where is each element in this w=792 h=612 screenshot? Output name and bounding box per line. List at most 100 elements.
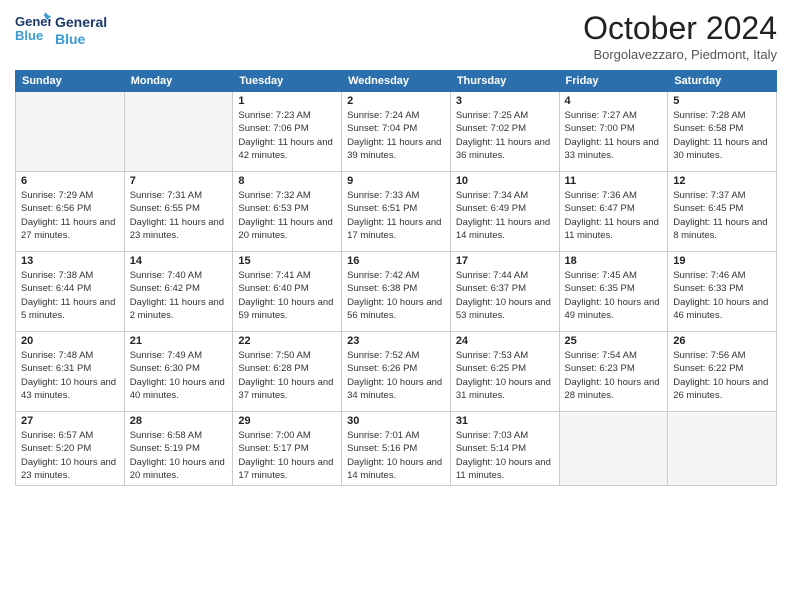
day-info: Sunrise: 7:01 AM Sunset: 5:16 PM Dayligh… <box>347 429 445 482</box>
day-info: Sunrise: 7:49 AM Sunset: 6:30 PM Dayligh… <box>130 349 228 402</box>
day-info: Sunrise: 7:40 AM Sunset: 6:42 PM Dayligh… <box>130 269 228 322</box>
logo-general: General <box>55 14 107 31</box>
day-number: 15 <box>238 255 336 267</box>
calendar-cell: 28Sunrise: 6:58 AM Sunset: 5:19 PM Dayli… <box>124 412 233 486</box>
day-number: 12 <box>673 175 771 187</box>
calendar-week-4: 20Sunrise: 7:48 AM Sunset: 6:31 PM Dayli… <box>16 332 777 412</box>
calendar-cell: 20Sunrise: 7:48 AM Sunset: 6:31 PM Dayli… <box>16 332 125 412</box>
calendar-cell: 8 Sunrise: 7:32 AM Sunset: 6:53 PM Daylig… <box>233 172 342 252</box>
day-number: 31 <box>456 415 554 427</box>
day-of-week-monday: Monday <box>124 71 233 92</box>
calendar-table: SundayMondayTuesdayWednesdayThursdayFrid… <box>15 70 777 486</box>
calendar-cell: 10 Sunrise: 7:34 AM Sunset: 6:49 PM Dayli… <box>450 172 559 252</box>
day-number: 24 <box>456 335 554 347</box>
calendar-cell: 15Sunrise: 7:41 AM Sunset: 6:40 PM Dayli… <box>233 252 342 332</box>
day-number: 4 <box>565 95 663 107</box>
day-info: Sunrise: 6:58 AM Sunset: 5:19 PM Dayligh… <box>130 429 228 482</box>
day-of-week-saturday: Saturday <box>668 71 777 92</box>
day-number: 16 <box>347 255 445 267</box>
day-of-week-thursday: Thursday <box>450 71 559 92</box>
day-number: 6 <box>21 175 119 187</box>
day-info: Sunrise: 7:27 AM Sunset: 7:00 PM Dayligh… <box>565 109 663 162</box>
day-number: 30 <box>347 415 445 427</box>
day-info: Sunrise: 7:29 AM Sunset: 6:56 PM Dayligh… <box>21 189 119 242</box>
calendar-cell: 6 Sunrise: 7:29 AM Sunset: 6:56 PM Daylig… <box>16 172 125 252</box>
day-number: 17 <box>456 255 554 267</box>
day-number: 10 <box>456 175 554 187</box>
day-info: Sunrise: 7:53 AM Sunset: 6:25 PM Dayligh… <box>456 349 554 402</box>
header: General Blue General Blue October 2024 B… <box>15 10 777 62</box>
day-number: 2 <box>347 95 445 107</box>
day-info: Sunrise: 7:33 AM Sunset: 6:51 PM Dayligh… <box>347 189 445 242</box>
calendar-cell: 1Sunrise: 7:23 AM Sunset: 7:06 PM Daylig… <box>233 92 342 172</box>
day-info: Sunrise: 7:48 AM Sunset: 6:31 PM Dayligh… <box>21 349 119 402</box>
calendar-cell <box>668 412 777 486</box>
day-info: Sunrise: 7:28 AM Sunset: 6:58 PM Dayligh… <box>673 109 771 162</box>
logo-icon: General Blue <box>15 10 51 46</box>
day-number: 27 <box>21 415 119 427</box>
calendar-week-3: 13 Sunrise: 7:38 AM Sunset: 6:44 PM Dayli… <box>16 252 777 332</box>
day-info: Sunrise: 7:03 AM Sunset: 5:14 PM Dayligh… <box>456 429 554 482</box>
calendar-cell: 11 Sunrise: 7:36 AM Sunset: 6:47 PM Dayli… <box>559 172 668 252</box>
calendar-cell: 23 Sunrise: 7:52 AM Sunset: 6:26 PM Dayli… <box>342 332 451 412</box>
calendar-cell: 13 Sunrise: 7:38 AM Sunset: 6:44 PM Dayli… <box>16 252 125 332</box>
day-of-week-tuesday: Tuesday <box>233 71 342 92</box>
day-info: Sunrise: 7:54 AM Sunset: 6:23 PM Dayligh… <box>565 349 663 402</box>
calendar-header-row: SundayMondayTuesdayWednesdayThursdayFrid… <box>16 71 777 92</box>
calendar-cell: 4 Sunrise: 7:27 AM Sunset: 7:00 PM Daylig… <box>559 92 668 172</box>
calendar-week-1: 1Sunrise: 7:23 AM Sunset: 7:06 PM Daylig… <box>16 92 777 172</box>
calendar-cell: 7 Sunrise: 7:31 AM Sunset: 6:55 PM Daylig… <box>124 172 233 252</box>
calendar-week-5: 27 Sunrise: 6:57 AM Sunset: 5:20 PM Dayli… <box>16 412 777 486</box>
calendar-cell: 26Sunrise: 7:56 AM Sunset: 6:22 PM Dayli… <box>668 332 777 412</box>
location: Borgolavezzaro, Piedmont, Italy <box>583 47 777 62</box>
day-of-week-friday: Friday <box>559 71 668 92</box>
day-info: Sunrise: 7:34 AM Sunset: 6:49 PM Dayligh… <box>456 189 554 242</box>
calendar-body: 1Sunrise: 7:23 AM Sunset: 7:06 PM Daylig… <box>16 92 777 486</box>
day-info: Sunrise: 7:38 AM Sunset: 6:44 PM Dayligh… <box>21 269 119 322</box>
calendar-cell: 31 Sunrise: 7:03 AM Sunset: 5:14 PM Dayli… <box>450 412 559 486</box>
day-number: 26 <box>673 335 771 347</box>
day-number: 7 <box>130 175 228 187</box>
day-number: 9 <box>347 175 445 187</box>
calendar-cell: 27 Sunrise: 6:57 AM Sunset: 5:20 PM Dayli… <box>16 412 125 486</box>
logo-blue: Blue <box>55 31 107 48</box>
day-of-week-sunday: Sunday <box>16 71 125 92</box>
calendar-cell: 22Sunrise: 7:50 AM Sunset: 6:28 PM Dayli… <box>233 332 342 412</box>
calendar-cell: 3 Sunrise: 7:25 AM Sunset: 7:02 PM Daylig… <box>450 92 559 172</box>
day-number: 14 <box>130 255 228 267</box>
calendar-cell <box>16 92 125 172</box>
calendar-cell: 19Sunrise: 7:46 AM Sunset: 6:33 PM Dayli… <box>668 252 777 332</box>
calendar-cell: 12 Sunrise: 7:37 AM Sunset: 6:45 PM Dayli… <box>668 172 777 252</box>
day-info: Sunrise: 7:37 AM Sunset: 6:45 PM Dayligh… <box>673 189 771 242</box>
day-number: 11 <box>565 175 663 187</box>
calendar-cell: 14 Sunrise: 7:40 AM Sunset: 6:42 PM Dayli… <box>124 252 233 332</box>
calendar-cell: 30 Sunrise: 7:01 AM Sunset: 5:16 PM Dayli… <box>342 412 451 486</box>
day-info: Sunrise: 7:42 AM Sunset: 6:38 PM Dayligh… <box>347 269 445 322</box>
day-number: 21 <box>130 335 228 347</box>
day-number: 8 <box>238 175 336 187</box>
calendar-cell: 29Sunrise: 7:00 AM Sunset: 5:17 PM Dayli… <box>233 412 342 486</box>
calendar-cell: 5 Sunrise: 7:28 AM Sunset: 6:58 PM Daylig… <box>668 92 777 172</box>
calendar-cell <box>559 412 668 486</box>
svg-text:Blue: Blue <box>15 28 43 43</box>
day-number: 13 <box>21 255 119 267</box>
calendar-cell: 9 Sunrise: 7:33 AM Sunset: 6:51 PM Daylig… <box>342 172 451 252</box>
calendar-cell: 17 Sunrise: 7:44 AM Sunset: 6:37 PM Dayli… <box>450 252 559 332</box>
day-number: 18 <box>565 255 663 267</box>
day-info: Sunrise: 6:57 AM Sunset: 5:20 PM Dayligh… <box>21 429 119 482</box>
day-info: Sunrise: 7:25 AM Sunset: 7:02 PM Dayligh… <box>456 109 554 162</box>
day-info: Sunrise: 7:36 AM Sunset: 6:47 PM Dayligh… <box>565 189 663 242</box>
calendar-cell: 2Sunrise: 7:24 AM Sunset: 7:04 PM Daylig… <box>342 92 451 172</box>
day-info: Sunrise: 7:44 AM Sunset: 6:37 PM Dayligh… <box>456 269 554 322</box>
day-info: Sunrise: 7:31 AM Sunset: 6:55 PM Dayligh… <box>130 189 228 242</box>
day-number: 23 <box>347 335 445 347</box>
day-number: 5 <box>673 95 771 107</box>
day-info: Sunrise: 7:32 AM Sunset: 6:53 PM Dayligh… <box>238 189 336 242</box>
calendar-cell: 16 Sunrise: 7:42 AM Sunset: 6:38 PM Dayli… <box>342 252 451 332</box>
day-number: 29 <box>238 415 336 427</box>
title-area: October 2024 Borgolavezzaro, Piedmont, I… <box>583 10 777 62</box>
day-number: 3 <box>456 95 554 107</box>
day-info: Sunrise: 7:52 AM Sunset: 6:26 PM Dayligh… <box>347 349 445 402</box>
calendar-cell: 21 Sunrise: 7:49 AM Sunset: 6:30 PM Dayli… <box>124 332 233 412</box>
logo: General Blue General Blue <box>15 10 107 51</box>
